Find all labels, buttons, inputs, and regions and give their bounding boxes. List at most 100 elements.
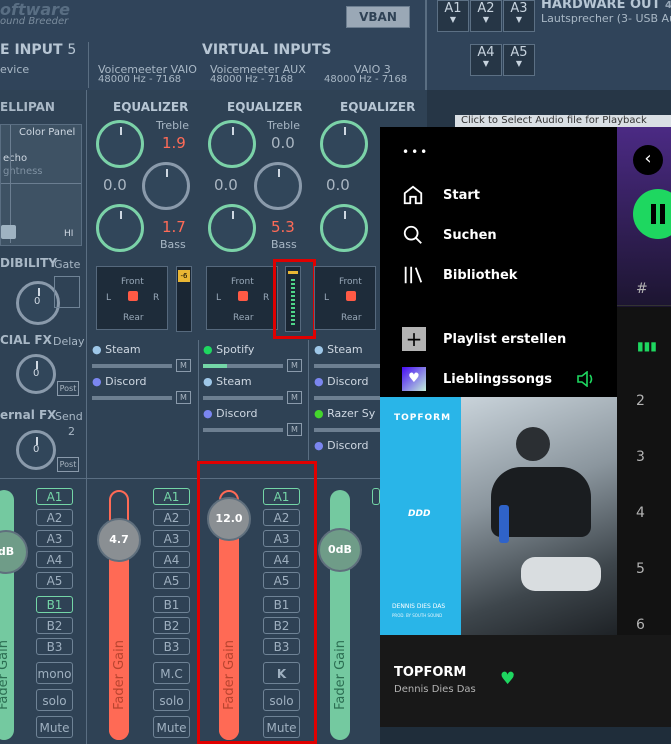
- app-mute-button[interactable]: M: [287, 359, 302, 372]
- track-number: 3: [636, 449, 645, 465]
- app-slider[interactable]: [314, 364, 380, 368]
- brightness-label: ghtness: [3, 166, 43, 177]
- app-discord-1[interactable]: ● Discord: [92, 375, 146, 388]
- fader-knob-3[interactable]: 0dB: [318, 528, 362, 572]
- menu-dots-icon[interactable]: •••: [402, 145, 429, 159]
- cover-bottle: [499, 505, 509, 543]
- app-mute-button[interactable]: M: [287, 391, 302, 404]
- bus-a1-3[interactable]: [372, 488, 380, 505]
- bus-b2-0[interactable]: B2: [36, 617, 73, 634]
- mid-knob-2[interactable]: [254, 162, 302, 210]
- bass-knob-3[interactable]: [320, 204, 368, 252]
- nav-library[interactable]: Bibliothek: [443, 268, 517, 283]
- color-panel-cursor[interactable]: [1, 225, 16, 239]
- fader-gain-label-3: Fader Gain: [333, 640, 348, 710]
- app-mute-button[interactable]: M: [176, 359, 191, 372]
- pan-position[interactable]: [128, 291, 138, 301]
- hw-input-device[interactable]: evice: [0, 63, 29, 76]
- cover-logo: DDD: [408, 509, 431, 519]
- app-steam-3[interactable]: ● Steam: [314, 343, 363, 356]
- create-playlist-button[interactable]: Playlist erstellen: [443, 332, 566, 347]
- home-icon: [403, 185, 423, 205]
- app-razer[interactable]: ● Razer Sy: [314, 407, 375, 420]
- color-panel-label: Color Panel: [19, 127, 76, 138]
- album-cover[interactable]: TOPFORM DDD DENNIS DIES DAS PROD. BY SOU…: [380, 397, 617, 635]
- bus-b3-0[interactable]: B3: [36, 638, 73, 655]
- app-slider[interactable]: [203, 396, 283, 400]
- spotify-sidebar: ••• Start Suchen Bibliothek + Playlist e…: [380, 127, 617, 397]
- app-slider[interactable]: [203, 364, 283, 368]
- pan-position[interactable]: [238, 291, 248, 301]
- app-mute-button[interactable]: M: [287, 423, 302, 436]
- liked-heart-icon[interactable]: ♥: [500, 669, 515, 689]
- nav-start[interactable]: Start: [443, 188, 480, 203]
- bus-a3-0[interactable]: A3: [36, 530, 73, 547]
- liked-songs-link[interactable]: Lieblingssongs: [443, 372, 552, 387]
- pan-pad-3[interactable]: Front Rear L: [314, 266, 376, 330]
- mute-button-0[interactable]: Mute: [36, 716, 73, 738]
- bus-a3-1[interactable]: A3: [153, 530, 190, 547]
- bus-a2-0[interactable]: A2: [36, 509, 73, 526]
- vban-button[interactable]: VBAN: [346, 6, 410, 28]
- delay-post-button[interactable]: Post: [57, 381, 79, 396]
- app-slider[interactable]: [314, 428, 380, 432]
- app-discord-3[interactable]: ● Discord: [314, 375, 368, 388]
- hw-out-a5-button[interactable]: A5 ▼: [503, 44, 535, 76]
- app-steam-1[interactable]: ● Steam: [92, 343, 141, 356]
- column-divider: [308, 340, 309, 460]
- bus-b3-1[interactable]: B3: [153, 638, 190, 655]
- bus-a2-1[interactable]: A2: [153, 509, 190, 526]
- fader-knob-1[interactable]: 4.7: [97, 518, 141, 562]
- bus-b1-1[interactable]: B1: [153, 596, 190, 613]
- bus-a5-1[interactable]: A5: [153, 572, 190, 589]
- treble-knob-1[interactable]: [96, 120, 144, 168]
- bus-a4-1[interactable]: A4: [153, 551, 190, 568]
- app-discord-4[interactable]: ● Discord: [314, 439, 368, 452]
- hardware-out-device[interactable]: Lautsprecher (3- USB Audi: [541, 12, 671, 25]
- app-slider[interactable]: [203, 428, 283, 432]
- mid-knob-1[interactable]: [142, 162, 190, 210]
- bus-a1-1[interactable]: A1: [153, 488, 190, 505]
- send-post-button[interactable]: Post: [57, 457, 79, 472]
- back-icon[interactable]: ‹: [633, 145, 663, 175]
- solo-button-0[interactable]: solo: [36, 689, 73, 711]
- mute-button-1[interactable]: Mute: [153, 716, 190, 738]
- pan-position[interactable]: [346, 291, 356, 301]
- nav-search[interactable]: Suchen: [443, 228, 497, 243]
- hw-out-a1-button[interactable]: A1 ▼: [437, 0, 469, 32]
- app-spotify[interactable]: ● Spotify: [203, 343, 254, 356]
- bus-a5-0[interactable]: A5: [36, 572, 73, 589]
- fader-knob-0[interactable]: dB: [0, 530, 28, 574]
- treble-knob-3[interactable]: [320, 120, 368, 168]
- app-steam-2[interactable]: ● Steam: [203, 375, 252, 388]
- bus-b1-0[interactable]: B1: [36, 596, 73, 613]
- bus-a4-0[interactable]: A4: [36, 551, 73, 568]
- column-divider: [198, 340, 199, 460]
- hw-out-a4-button[interactable]: A4 ▼: [470, 44, 502, 76]
- mc-button[interactable]: M.C: [153, 662, 190, 684]
- track-number: 6: [636, 617, 645, 633]
- cover-photo: [461, 397, 617, 635]
- mono-button[interactable]: mono: [36, 662, 73, 684]
- pan-pad-1[interactable]: Front Rear L R: [96, 266, 168, 330]
- app-slider[interactable]: [314, 396, 380, 400]
- now-playing-artist[interactable]: Dennis Dies Das: [394, 684, 476, 695]
- treble-knob-2[interactable]: [208, 120, 256, 168]
- hw-out-a2-button[interactable]: A2 ▼: [470, 0, 502, 32]
- bus-b2-1[interactable]: B2: [153, 617, 190, 634]
- app-slider[interactable]: [92, 396, 172, 400]
- app-slider[interactable]: [92, 364, 172, 368]
- bass-knob-2[interactable]: [208, 204, 256, 252]
- hw-out-a3-button[interactable]: A3 ▼: [503, 0, 535, 32]
- pan-pad-2[interactable]: Front Rear L R: [206, 266, 278, 330]
- app-mute-button[interactable]: M: [176, 391, 191, 404]
- app-discord-2[interactable]: ● Discord: [203, 407, 257, 420]
- virtual-channel-1-rate: 48000 Hz - 7168: [98, 74, 182, 85]
- track-number: 5: [636, 561, 645, 577]
- bass-knob-1[interactable]: [96, 204, 144, 252]
- bus-a1-0[interactable]: A1: [36, 488, 73, 505]
- gate-box[interactable]: [54, 276, 80, 308]
- solo-button-1[interactable]: solo: [153, 689, 190, 711]
- color-panel[interactable]: Color Panel echo ghtness HI: [0, 124, 82, 246]
- now-playing-title[interactable]: TOPFORM: [394, 665, 466, 680]
